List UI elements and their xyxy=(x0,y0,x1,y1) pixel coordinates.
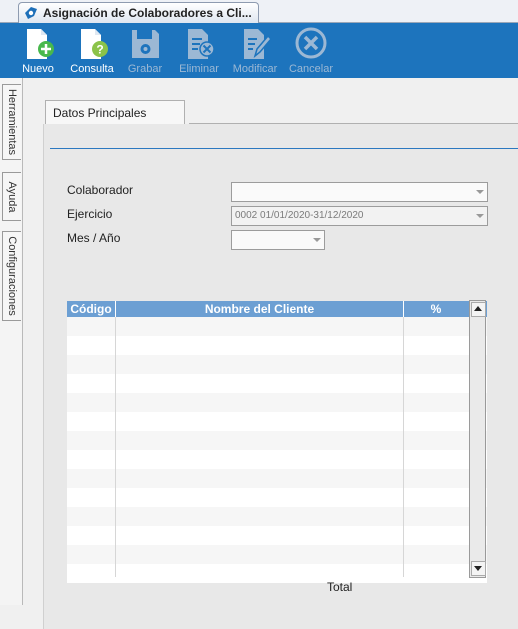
side-panel: Herramientas Ayuda Configuraciones xyxy=(0,78,23,605)
table-row[interactable] xyxy=(67,393,487,412)
edit-document-icon xyxy=(244,29,272,59)
column-header-nombre[interactable]: Nombre del Cliente xyxy=(116,301,404,317)
tab-datos-principales-label: Datos Principales xyxy=(53,106,147,120)
window-tab-strip: Asignación de Colaboradores a Cli... xyxy=(0,0,518,23)
main-content: Datos Principales Colaborador Ejercicio … xyxy=(23,78,518,629)
svg-text:?: ? xyxy=(96,43,103,57)
table-row[interactable] xyxy=(67,545,487,564)
table-row[interactable] xyxy=(67,469,487,488)
ejercicio-label: Ejercicio xyxy=(67,207,113,221)
table-row[interactable] xyxy=(67,317,487,336)
tab-ayuda[interactable]: Ayuda xyxy=(2,172,21,221)
scroll-up-button[interactable] xyxy=(471,302,486,317)
query-button-label: Consulta xyxy=(70,63,114,75)
table-row[interactable] xyxy=(67,488,487,507)
save-button[interactable]: Grabar xyxy=(122,23,168,78)
chevron-down-icon[interactable] xyxy=(476,214,484,218)
mes-anio-select[interactable] xyxy=(231,230,325,250)
ejercicio-select[interactable]: 0002 01/01/2020-31/12/2020 xyxy=(231,206,488,226)
column-divider xyxy=(403,301,404,577)
grid-scrollbar[interactable] xyxy=(469,300,486,578)
cancel-circle-icon xyxy=(295,27,327,59)
colaborador-select[interactable] xyxy=(231,182,488,202)
delete-document-icon xyxy=(188,29,215,59)
arrow-up-icon xyxy=(474,306,482,311)
cancel-button[interactable]: Cancelar xyxy=(285,23,337,78)
window-tab[interactable]: Asignación de Colaboradores a Cli... xyxy=(18,2,259,23)
tab-herramientas-label: Herramientas xyxy=(6,88,18,156)
window-tab-title: Asignación de Colaboradores a Cli... xyxy=(43,6,252,20)
app-icon xyxy=(25,7,37,19)
query-document-icon: ? xyxy=(81,29,108,59)
total-label: Total xyxy=(327,580,353,594)
table-row[interactable] xyxy=(67,355,487,374)
cancel-button-label: Cancelar xyxy=(288,63,334,75)
column-header-porcentaje[interactable]: % xyxy=(404,301,468,317)
column-header-codigo[interactable]: Código xyxy=(67,301,116,317)
scroll-down-button[interactable] xyxy=(471,561,486,576)
new-document-icon xyxy=(27,29,54,59)
tab-configuraciones-label: Configuraciones xyxy=(6,236,18,316)
chevron-down-icon[interactable] xyxy=(476,190,484,194)
tab-configuraciones[interactable]: Configuraciones xyxy=(2,231,21,321)
tab-datos-principales[interactable]: Datos Principales xyxy=(45,100,185,124)
table-row[interactable] xyxy=(67,336,487,355)
grid-rows xyxy=(67,317,487,583)
edit-button-label: Modificar xyxy=(232,63,278,75)
save-button-label: Grabar xyxy=(127,63,163,75)
arrow-down-icon xyxy=(474,566,482,571)
tab-herramientas[interactable]: Herramientas xyxy=(2,84,21,160)
table-row[interactable] xyxy=(67,412,487,431)
colaborador-label: Colaborador xyxy=(67,183,134,197)
delete-button[interactable]: Eliminar xyxy=(174,23,224,78)
mes-anio-label: Mes / Año xyxy=(67,231,121,245)
clients-grid[interactable]: Código Nombre del Cliente % xyxy=(67,301,487,583)
tab-ayuda-label: Ayuda xyxy=(6,181,18,212)
table-row[interactable] xyxy=(67,450,487,469)
ejercicio-value: 0002 01/01/2020-31/12/2020 xyxy=(235,210,364,221)
table-row[interactable] xyxy=(67,374,487,393)
chevron-down-icon[interactable] xyxy=(313,238,321,242)
save-disk-icon xyxy=(132,30,159,58)
new-button[interactable]: Nuevo xyxy=(15,23,61,78)
new-button-label: Nuevo xyxy=(22,63,54,75)
delete-button-label: Eliminar xyxy=(179,63,219,75)
table-row[interactable] xyxy=(67,431,487,450)
query-button[interactable]: ? Consulta xyxy=(66,23,118,78)
table-row[interactable] xyxy=(67,564,487,583)
table-row[interactable] xyxy=(67,507,487,526)
edit-button[interactable]: Modificar xyxy=(228,23,282,78)
column-divider xyxy=(115,301,116,577)
grid-header: Código Nombre del Cliente % xyxy=(67,301,487,317)
section-divider xyxy=(50,148,518,149)
table-row[interactable] xyxy=(67,526,487,545)
toolbar: Nuevo ? Consulta Grabar Eliminar Modific… xyxy=(0,23,518,78)
